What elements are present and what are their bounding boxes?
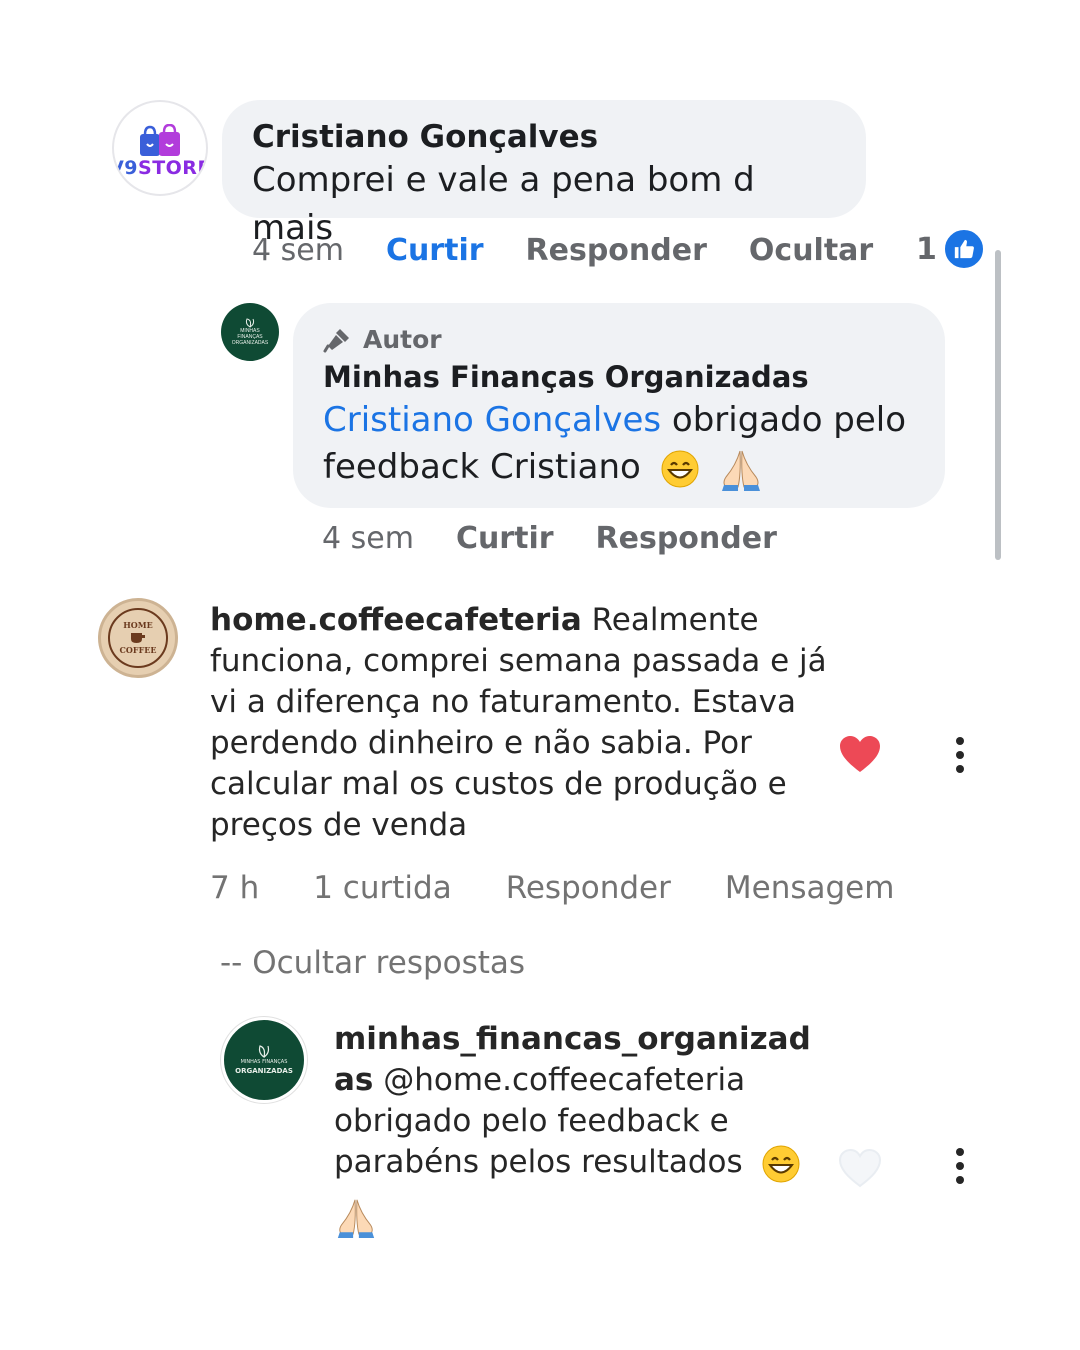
reply-button[interactable]: Responder (506, 870, 671, 906)
like-count[interactable]: 1 curtida (313, 870, 451, 906)
comment-time[interactable]: 4 sem (252, 233, 344, 268)
avatar[interactable]: HOME COFFEE (98, 598, 178, 678)
avatar-logo: HOME COFFEE (108, 608, 168, 668)
reply-time[interactable]: 4 sem (322, 521, 414, 556)
folded-hands-icon (337, 1199, 375, 1238)
author-badge: Autor (323, 323, 915, 357)
ig-comment-actions: 7 h 1 curtida Responder Mensagem (210, 870, 948, 906)
comment-bubble: Cristiano Gonçalves Comprei e vale a pen… (222, 100, 866, 248)
comment-body: Realmente funciona, comprei semana passa… (210, 602, 827, 843)
reply-actions: 4 sem Curtir Responder (322, 518, 819, 558)
microphone-icon (323, 329, 349, 353)
leaf-logo-icon (245, 318, 255, 328)
folded-hands-icon (722, 450, 761, 491)
comment-author[interactable]: Cristiano Gonçalves (252, 118, 836, 156)
ig-comment-text: home.coffeecafeteria Realmente funciona,… (210, 600, 830, 846)
more-options-icon[interactable] (955, 1145, 965, 1187)
avatar[interactable]: MINHAS FINANÇAS ORGANIZADAS (221, 303, 279, 361)
shopping-bags-icon (140, 124, 180, 156)
reply-text: Cristiano Gonçalves obrigado pelo feedba… (323, 397, 915, 491)
comment-username[interactable]: home.coffeecafeteria (210, 602, 582, 638)
message-button[interactable]: Mensagem (725, 870, 895, 906)
ig-reply-text: minhas_financas_organizadas @home.coffee… (334, 1019, 814, 1238)
leaf-logo-icon (258, 1044, 270, 1058)
grinning-face-icon (762, 1145, 800, 1182)
more-options-icon[interactable] (955, 734, 965, 776)
reply-button[interactable]: Responder (596, 521, 777, 556)
coffee-cup-icon (130, 633, 145, 643)
avatar[interactable]: V9STORE (112, 100, 208, 196)
comment-time[interactable]: 7 h (210, 870, 259, 906)
reply-body: @home.coffeecafeteria obrigado pelo feed… (334, 1062, 746, 1180)
hide-button[interactable]: Ocultar (749, 233, 873, 268)
heart-filled-icon[interactable] (838, 734, 882, 774)
reply-author[interactable]: Minhas Finanças Organizadas (323, 357, 915, 397)
like-button[interactable]: Curtir (386, 233, 484, 268)
mention-link[interactable]: Cristiano Gonçalves (323, 400, 661, 440)
comment-actions: 4 sem Curtir Responder Ocultar (252, 230, 915, 270)
like-count: 1 (916, 231, 937, 267)
reply-bubble: Autor Minhas Finanças Organizadas Cristi… (293, 303, 945, 508)
avatar-text: MINHAS FINANÇAS ORGANIZADAS (231, 328, 269, 346)
author-badge-label: Autor (363, 325, 442, 354)
scrollbar[interactable] (995, 250, 1001, 560)
heart-outline-icon[interactable] (838, 1148, 882, 1188)
thumbs-up-icon (942, 228, 985, 270)
hide-replies-button[interactable]: -- Ocultar respostas (220, 945, 525, 981)
like-button[interactable]: Curtir (456, 521, 554, 556)
logo-text: V9STORE (114, 157, 208, 179)
avatar[interactable]: MINHAS FINANÇAS ORGANIZADAS (221, 1017, 307, 1103)
grinning-face-icon (661, 450, 699, 487)
reaction-count[interactable]: 1 (916, 228, 985, 270)
reply-button[interactable]: Responder (526, 233, 707, 268)
reply-text-line2: feedback Cristiano (323, 447, 641, 487)
reply-text-rest: obrigado pelo (661, 400, 907, 440)
